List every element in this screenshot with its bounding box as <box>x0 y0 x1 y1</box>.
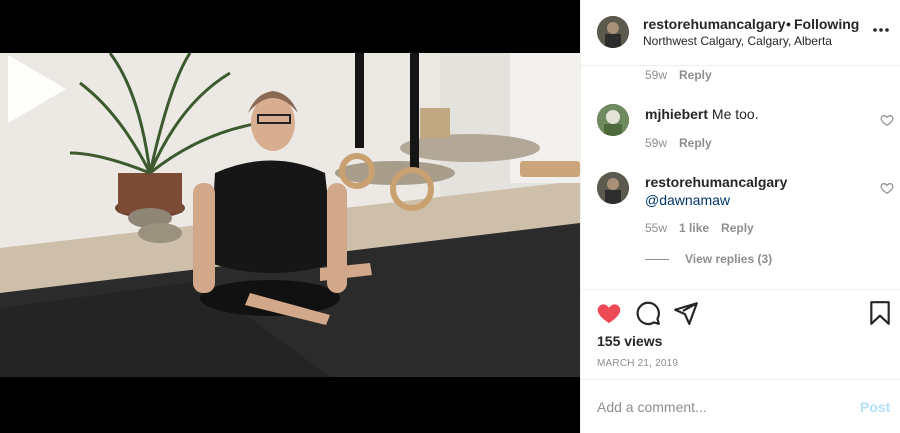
view-replies-label: View replies (3) <box>685 252 773 266</box>
video-frame <box>0 53 580 377</box>
header-separator: • <box>786 16 791 32</box>
comment-meta: 59w Reply <box>645 68 712 82</box>
post-header: restorehumancalgary • Following Northwes… <box>581 0 900 66</box>
post-comment-button[interactable]: Post <box>860 399 890 415</box>
comment-time: 59w <box>645 136 668 150</box>
play-icon[interactable] <box>0 53 72 125</box>
comment-meta: 59w Reply <box>645 136 712 150</box>
comment-text: mjhiebert Me too. <box>645 105 875 123</box>
comment-time: 55w <box>645 221 668 235</box>
comment-composer: Post <box>581 379 900 433</box>
comment-meta: 55w 1 like Reply <box>645 221 754 235</box>
more-options-icon[interactable] <box>871 20 891 40</box>
comment-body: Me too. <box>711 106 759 122</box>
post-author-username[interactable]: restorehumancalgary <box>643 16 785 32</box>
post-media <box>0 0 580 433</box>
heart-filled-icon[interactable] <box>596 300 622 326</box>
comment-input[interactable] <box>597 392 837 422</box>
reply-button[interactable]: Reply <box>721 221 754 235</box>
heart-outline-icon[interactable] <box>880 181 894 195</box>
heart-outline-icon[interactable] <box>880 113 894 127</box>
reply-button[interactable]: Reply <box>679 136 712 150</box>
avatar[interactable] <box>597 104 629 136</box>
replies-divider <box>645 259 669 261</box>
avatar[interactable] <box>597 172 629 204</box>
following-button[interactable]: Following <box>794 16 859 32</box>
comment-username[interactable]: mjhiebert <box>645 106 708 122</box>
post-date: March 21, 2019 <box>597 358 679 369</box>
comment-time: 59w <box>645 68 668 82</box>
avatar-image <box>597 172 629 204</box>
comment-username[interactable]: restorehumancalgary <box>645 173 875 191</box>
avatar[interactable] <box>597 16 629 48</box>
comment-icon[interactable] <box>635 300 661 326</box>
post-side-panel: restorehumancalgary • Following Northwes… <box>580 0 900 433</box>
comment-text: restorehumancalgary @dawnamaw <box>645 173 875 209</box>
view-count[interactable]: 155 views <box>597 333 662 349</box>
save-bookmark-icon[interactable] <box>867 300 893 326</box>
share-icon[interactable] <box>673 300 699 326</box>
comments-list[interactable]: 59w Reply mjhiebert Me too. 59w Reply re… <box>581 66 900 289</box>
avatar-image <box>597 104 629 136</box>
reply-button[interactable]: Reply <box>679 68 712 82</box>
video-player[interactable] <box>0 53 580 377</box>
comment-likes[interactable]: 1 like <box>679 221 709 235</box>
comment-mention[interactable]: @dawnamaw <box>645 191 875 209</box>
post-actions: 155 views March 21, 2019 <box>581 289 900 379</box>
avatar-image <box>597 16 629 48</box>
view-replies-button[interactable]: View replies (3) <box>645 252 772 266</box>
post-location[interactable]: Northwest Calgary, Calgary, Alberta <box>643 34 832 48</box>
